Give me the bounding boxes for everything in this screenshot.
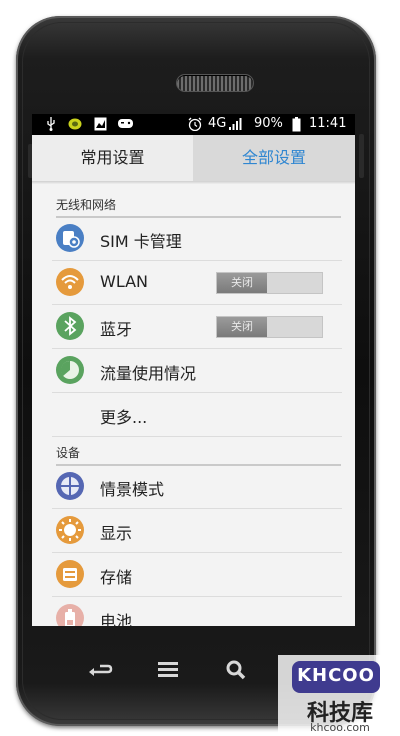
wlan-toggle[interactable]: 关闭 [216,272,323,294]
clock: 11:41 [309,116,347,131]
settings-item-wlan[interactable]: WLAN 关闭 [52,261,342,305]
watermark-logo: KHCOO [292,661,380,693]
search-icon [216,660,256,694]
settings-item-label: 存储 [100,568,133,587]
settings-item-label: 电池 [100,612,133,626]
earpiece-speaker [176,74,254,92]
usb-icon [46,117,56,135]
back-button[interactable] [80,650,120,690]
menu-button[interactable] [148,650,188,690]
screenshot-icon [94,117,107,135]
settings-item-battery[interactable]: 电池 [52,597,342,626]
settings-item-label: SIM 卡管理 [100,232,182,251]
settings-item-label: 蓝牙 [100,320,133,339]
battery-item-icon [55,603,85,626]
settings-item-label: 更多... [100,408,148,427]
wifi-icon [55,267,85,297]
battery-percent: 90% [254,116,283,131]
network-type: 4G [208,116,227,131]
screen: 4G 90% 11:41 常用设置 全部设置 无线和网络 SIM 卡管理 WLA… [32,114,355,626]
settings-item-storage[interactable]: 存储 [52,553,342,597]
tab-all-settings[interactable]: 全部设置 [193,135,355,181]
watermark-logo-text: KHCOO [297,665,375,686]
toggle-state: 关闭 [217,317,267,337]
settings-item-label: 流量使用情况 [100,364,197,383]
tabs-divider [32,181,355,184]
game-icon [118,117,133,134]
search-button[interactable] [216,650,256,690]
settings-item-display[interactable]: 显示 [52,509,342,553]
settings-item-label: 情景模式 [100,480,165,499]
back-icon [80,664,120,694]
settings-item-bluetooth[interactable]: 蓝牙 关闭 [52,305,342,349]
tab-common-settings[interactable]: 常用设置 [32,135,194,181]
bluetooth-icon [55,311,85,341]
section-header-wireless: 无线和网络 [56,196,341,218]
display-icon [55,515,85,545]
settings-item-data-usage[interactable]: 流量使用情况 [52,349,342,393]
sim-icon [55,223,85,253]
settings-tabs: 常用设置 全部设置 [32,135,355,181]
bluetooth-toggle[interactable]: 关闭 [216,316,323,338]
settings-item-sim[interactable]: SIM 卡管理 [52,217,342,261]
data-usage-icon [55,355,85,385]
settings-item-profiles[interactable]: 情景模式 [52,465,342,509]
status-bar: 4G 90% 11:41 [32,114,355,135]
battery-icon [292,117,301,136]
signal-icon [228,117,242,135]
watermark: KHCOO 科技库 khcoo.com [278,655,400,736]
toggle-state: 关闭 [217,273,267,293]
alarm-icon [188,117,202,135]
power-button[interactable] [359,134,364,178]
settings-item-more[interactable]: 更多... [52,393,342,437]
settings-item-label: 显示 [100,524,133,543]
watermark-url: khcoo.com [310,721,370,734]
menu-icon [148,662,188,694]
profile-icon [55,471,85,501]
settings-item-label: WLAN [100,272,149,291]
notification-icon [68,117,82,135]
section-header-device: 设备 [56,444,341,466]
storage-icon [55,559,85,589]
